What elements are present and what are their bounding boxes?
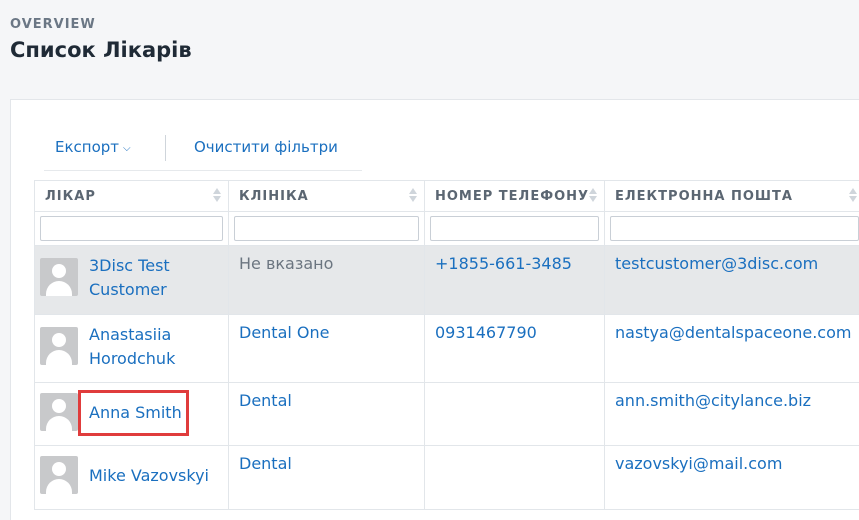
phone-link[interactable]: +1855-661-3485 [425, 246, 604, 282]
phone-link[interactable]: 0931467790 [425, 315, 604, 351]
filter-cell [605, 212, 859, 246]
doctor-name-link[interactable]: Mike Vazovskyi [89, 464, 220, 488]
page-title: Список Лікарів [10, 38, 192, 62]
email-cell: ann.smith@citylance.biz [605, 383, 859, 446]
doctor-name-link[interactable]: Anastasiia Horodchuk [89, 323, 220, 371]
doctor-cell: 3Disc Test Customer [35, 246, 229, 315]
table-row[interactable]: 3Disc Test Customer Не вказано +1855-661… [35, 246, 859, 315]
overview-label: OVERVIEW [10, 17, 96, 32]
phone-cell [425, 446, 605, 510]
table-row[interactable]: Anna Smith Dental ann.smith@citylance.bi… [35, 383, 859, 446]
column-header-clinic[interactable]: КЛІНІКА [229, 181, 425, 212]
phone-link[interactable] [425, 383, 604, 395]
clinic-cell: Dental [229, 383, 425, 446]
clinic-value: Не вказано [229, 246, 424, 282]
clinic-link[interactable]: Dental One [229, 315, 424, 351]
filter-cell [35, 212, 229, 246]
phone-link[interactable] [425, 446, 604, 458]
column-header-email[interactable]: ЕЛЕКТРОННА ПОШТА [605, 181, 859, 212]
clinic-filter-input[interactable] [234, 216, 419, 241]
avatar [40, 258, 78, 296]
doctors-table: ЛІКАР КЛІНІКА НОМЕР ТЕЛЕФОНУ ЕЛЕКТРОННА … [34, 180, 859, 510]
sort-icon[interactable] [588, 186, 598, 204]
email-cell: testcustomer@3disc.com [605, 246, 859, 315]
table-header-row: ЛІКАР КЛІНІКА НОМЕР ТЕЛЕФОНУ ЕЛЕКТРОННА … [35, 181, 859, 212]
table-row[interactable]: Mike Vazovskyi Dental vazovskyi@mail.com [35, 446, 859, 510]
column-header-doctor[interactable]: ЛІКАР [35, 181, 229, 212]
doctor-name-link[interactable]: Anna Smith [89, 401, 220, 425]
column-header-label: НОМЕР ТЕЛЕФОНУ [435, 189, 589, 204]
doctor-cell: Mike Vazovskyi [35, 446, 229, 510]
avatar [40, 456, 78, 494]
column-header-label: ЛІКАР [45, 189, 96, 204]
sort-icon[interactable] [408, 186, 418, 204]
email-link[interactable]: testcustomer@3disc.com [605, 246, 859, 282]
email-link[interactable]: ann.smith@citylance.biz [605, 383, 859, 419]
clinic-cell: Dental One [229, 315, 425, 383]
export-button[interactable]: Експорт ⌵ [55, 138, 131, 156]
email-cell: nastya@dentalspaceone.com [605, 315, 859, 383]
email-link[interactable]: nastya@dentalspaceone.com [605, 315, 859, 351]
clinic-cell: Dental [229, 446, 425, 510]
toolbar-divider [165, 135, 166, 161]
clear-filters-button[interactable]: Очистити фільтри [194, 138, 338, 156]
clinic-cell: Не вказано [229, 246, 425, 315]
avatar [40, 393, 78, 431]
column-header-label: КЛІНІКА [239, 189, 309, 204]
column-header-phone[interactable]: НОМЕР ТЕЛЕФОНУ [425, 181, 605, 212]
table-toolbar: Експорт ⌵ Очистити фільтри [44, 126, 362, 171]
phone-cell [425, 383, 605, 446]
phone-cell: +1855-661-3485 [425, 246, 605, 315]
clinic-link[interactable]: Dental [229, 446, 424, 482]
doctor-filter-input[interactable] [40, 216, 223, 241]
clinic-link[interactable]: Dental [229, 383, 424, 419]
filter-cell [229, 212, 425, 246]
doctor-cell: Anastasiia Horodchuk [35, 315, 229, 383]
email-link[interactable]: vazovskyi@mail.com [605, 446, 859, 482]
sort-icon[interactable] [848, 186, 858, 204]
chevron-down-icon: ⌵ [123, 143, 131, 154]
sort-icon[interactable] [212, 186, 222, 204]
export-label: Експорт [55, 138, 119, 156]
filter-cell [425, 212, 605, 246]
filter-row [35, 212, 859, 246]
column-header-label: ЕЛЕКТРОННА ПОШТА [615, 189, 793, 204]
phone-cell: 0931467790 [425, 315, 605, 383]
table-row[interactable]: Anastasiia Horodchuk Dental One 09314677… [35, 315, 859, 383]
email-filter-input[interactable] [610, 216, 859, 241]
avatar [40, 327, 78, 365]
doctor-name-link[interactable]: 3Disc Test Customer [89, 254, 220, 302]
doctor-cell: Anna Smith [35, 383, 229, 446]
phone-filter-input[interactable] [430, 216, 599, 241]
email-cell: vazovskyi@mail.com [605, 446, 859, 510]
